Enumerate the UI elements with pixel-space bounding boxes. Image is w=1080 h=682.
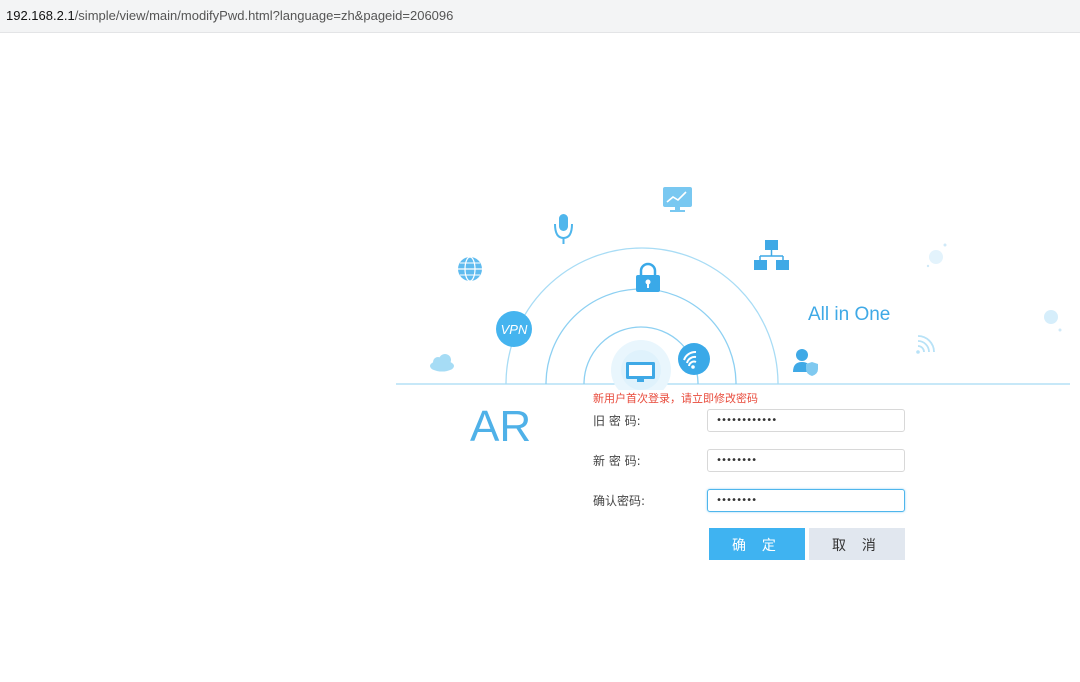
cloud-icon <box>430 354 454 372</box>
globe-icon <box>458 256 482 282</box>
hero-illustration: VPN <box>396 170 1080 390</box>
old-password-input[interactable]: •••••••••••• <box>707 409 905 432</box>
new-password-label: 新 密 码: <box>593 454 641 468</box>
url-text[interactable]: 192.168.2.1/simple/view/main/modifyPwd.h… <box>6 8 453 23</box>
signal-icon <box>916 335 935 354</box>
network-topology-icon <box>754 240 789 270</box>
new-password-input[interactable]: •••••••• <box>707 449 905 472</box>
lock-icon <box>636 262 660 292</box>
monitor-chart-icon <box>663 187 692 212</box>
url-host: 192.168.2.1 <box>6 8 75 23</box>
browser-url-bar[interactable]: 192.168.2.1/simple/view/main/modifyPwd.h… <box>0 0 1080 33</box>
user-shield-icon <box>793 349 818 376</box>
vpn-icon: VPN <box>496 311 532 347</box>
cancel-button[interactable]: 取 消 <box>809 528 905 560</box>
confirm-password-label: 确认密码: <box>593 494 646 508</box>
microphone-icon <box>554 214 573 244</box>
slogan-text: All in One <box>808 304 891 325</box>
confirm-password-input[interactable]: •••••••• <box>707 489 905 512</box>
wifi-icon <box>678 343 710 375</box>
first-login-notice: 新用户首次登录，请立即修改密码 <box>593 392 758 405</box>
confirm-button[interactable]: 确 定 <box>709 528 805 560</box>
old-password-label: 旧 密 码: <box>593 414 641 428</box>
url-path: /simple/view/main/modifyPwd.html?languag… <box>74 8 454 23</box>
vpn-icon-label: VPN <box>501 322 528 337</box>
desktop-icon <box>626 362 655 382</box>
product-logo: AR <box>470 402 532 451</box>
